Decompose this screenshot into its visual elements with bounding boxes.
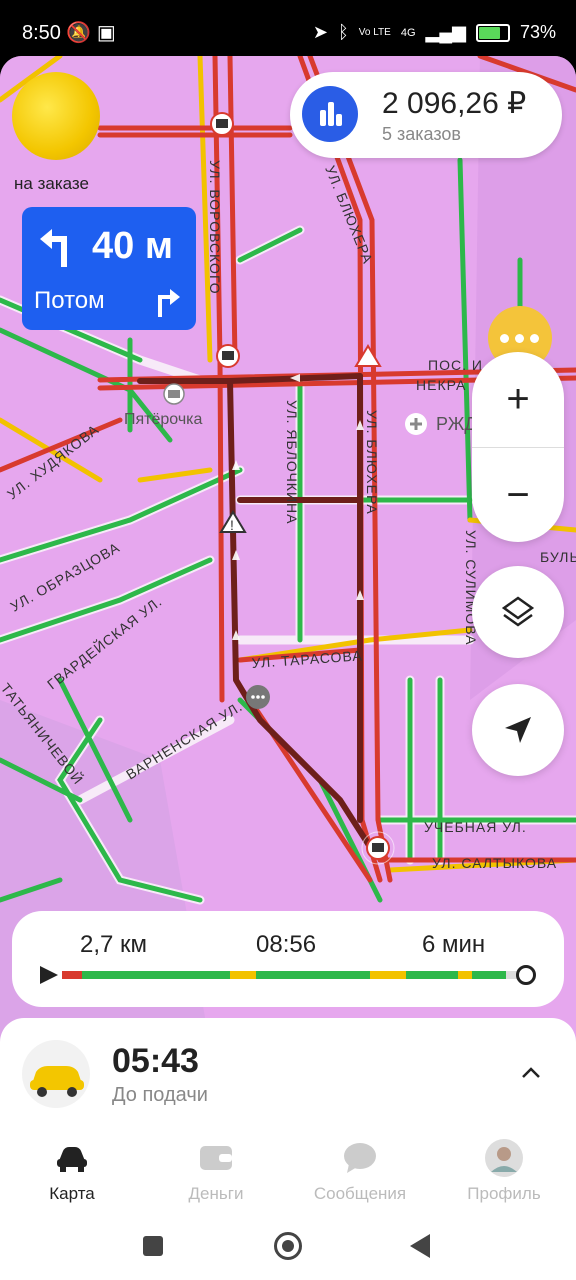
signal-icon: ▂▄▆	[425, 22, 466, 42]
maneuver-card: 40 м Потом	[22, 207, 196, 330]
tab-label: Карта	[49, 1184, 95, 1203]
status-bar: 8:50 🔕▣ ➤ ᛒ Vo LTE 4G ▂▄▆ 73%	[0, 0, 576, 58]
shop-icon[interactable]	[163, 383, 185, 405]
car-icon	[22, 1040, 90, 1108]
route-start-icon	[40, 966, 58, 984]
street-label: НЕКРА	[416, 377, 466, 393]
street-label: БУЛЬ	[540, 549, 576, 565]
profile-icon	[432, 1138, 576, 1178]
poi-label: РЖД	[436, 414, 477, 434]
earnings-card[interactable]: 2 096,26 ₽ 5 заказов	[290, 72, 562, 158]
pickup-countdown: 05:43	[112, 1042, 199, 1080]
tab-map[interactable]: Карта	[0, 1138, 144, 1204]
tab-messages[interactable]: Сообщения	[288, 1138, 432, 1204]
turn-right-icon	[158, 289, 180, 317]
next-maneuver-label: Потом	[34, 287, 105, 314]
tab-label: Сообщения	[313, 1184, 407, 1203]
tab-money[interactable]: Деньги	[144, 1138, 288, 1204]
layers-icon	[501, 596, 535, 627]
back-button[interactable]	[410, 1234, 430, 1258]
wallet-icon	[144, 1138, 288, 1178]
route-distance: 2,7 км	[80, 931, 148, 958]
orders-count: 5 заказов	[382, 124, 461, 144]
bluetooth-icon: ᛒ	[337, 22, 349, 42]
layers-button[interactable]	[472, 566, 564, 658]
chevron-up-icon[interactable]	[520, 1062, 542, 1084]
recent-apps-button[interactable]	[143, 1236, 163, 1256]
system-nav-bar	[0, 1212, 576, 1280]
comment-icon[interactable]	[246, 685, 270, 709]
turn-left-icon	[40, 229, 67, 267]
tab-label: Деньги	[188, 1184, 244, 1203]
camera-icon[interactable]	[216, 344, 240, 368]
status-icons: ➤ ᛒ Vo LTE 4G ▂▄▆ 73%	[313, 22, 556, 43]
route-summary-card[interactable]: 2,7 км 08:56 6 мин	[12, 911, 564, 1007]
route-duration: 6 мин	[422, 931, 486, 958]
street-label: УЛ. ЯБЛОЧКИНА	[284, 400, 300, 524]
maneuver-distance: 40 м	[92, 225, 173, 267]
tab-profile[interactable]: Профиль	[432, 1138, 576, 1204]
network-icon: 4G	[400, 26, 416, 39]
car-icon	[0, 1138, 144, 1178]
my-location-button[interactable]	[472, 684, 564, 776]
street-label: УЛ. БЛЮХЕРА	[364, 410, 380, 515]
camera-icon[interactable]	[210, 112, 234, 136]
tab-label: Профиль	[467, 1184, 541, 1203]
bottom-tab-bar: Карта Деньги Сообщения Профиль	[0, 1118, 576, 1208]
zoom-out-button[interactable]: −	[472, 447, 564, 543]
zoom-in-button[interactable]: +	[472, 352, 564, 447]
street-label: УЛ. ВОРОВСКОГО	[207, 160, 223, 295]
camera-icon[interactable]	[366, 836, 390, 860]
location-icon: ➤	[312, 22, 328, 42]
svg-text:!: !	[230, 517, 234, 533]
driver-status-label: на заказе	[14, 174, 89, 193]
medical-icon[interactable]	[405, 413, 427, 435]
street-label: УЧЕБНАЯ УЛ.	[424, 819, 527, 835]
driver-status-avatar[interactable]	[12, 72, 100, 160]
pickup-label: До подачи	[112, 1084, 208, 1106]
earnings-amount: 2 096,26 ₽	[382, 87, 527, 120]
zoom-control: + −	[472, 352, 564, 542]
route-end-icon	[516, 965, 536, 985]
arrival-time: 08:56	[256, 931, 317, 958]
navigation-arrow-icon	[505, 717, 531, 743]
poi-label: Пятёрочка	[124, 411, 203, 428]
battery-icon	[475, 23, 510, 42]
notification-icons: 🔕▣	[66, 22, 122, 44]
status-time: 8:50	[22, 22, 61, 44]
stats-icon	[302, 86, 358, 142]
map-view[interactable]: УЛ. ВОРОВСКОГО УЛ. БЛЮХЕРА УЛ. БЛЮХЕРА У…	[0, 56, 576, 1046]
traffic-progress-bar	[62, 971, 520, 979]
volte-icon: Vo LTE	[358, 27, 391, 38]
battery-percent: 73%	[519, 22, 556, 42]
map-canvas[interactable]: УЛ. ВОРОВСКОГО УЛ. БЛЮХЕРА УЛ. БЛЮХЕРА У…	[0, 56, 576, 1046]
chat-icon	[288, 1138, 432, 1178]
street-label: УЛ. САЛТЫКОВА	[432, 855, 557, 871]
home-button[interactable]	[274, 1232, 302, 1260]
